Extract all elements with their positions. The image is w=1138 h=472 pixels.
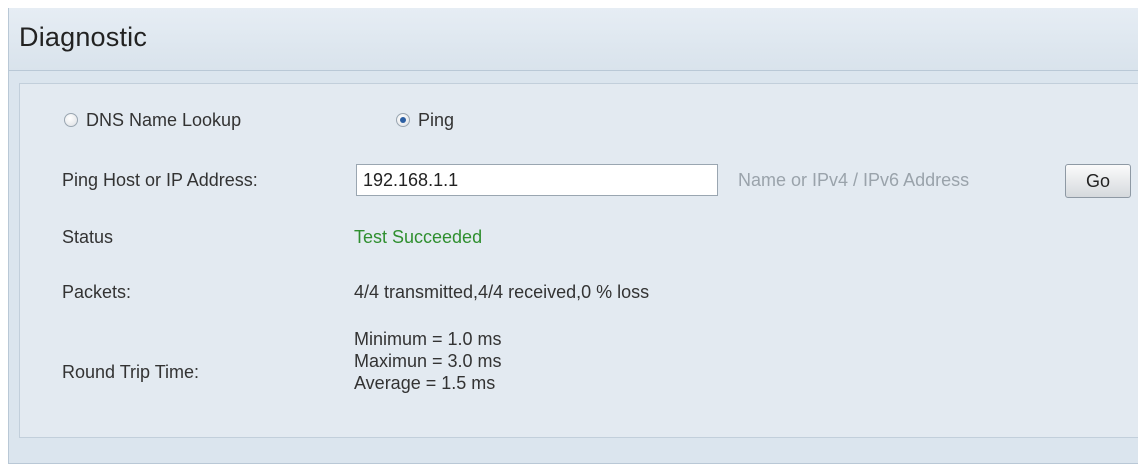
page-title: Diagnostic [19,22,148,52]
dns-lookup-label[interactable]: DNS Name Lookup [86,110,241,131]
packets-value: 4/4 transmitted,4/4 received,0 % loss [354,282,650,302]
diagnostic-frame: Diagnostic DNS Name Lookup Ping Ping Hos… [8,8,1138,464]
ping-label[interactable]: Ping [418,110,454,131]
packets-label: Packets: [62,282,132,302]
ping-host-label: Ping Host or IP Address: [62,170,258,190]
ping-host-hint: Name or IPv4 / IPv6 Address [738,170,970,190]
go-button[interactable]: Go [1065,164,1131,198]
diagnostic-panel: DNS Name Lookup Ping Ping Host or IP Add… [19,83,1138,438]
status-label: Status [62,227,114,247]
rtt-maximum: Maximun = 3.0 ms [354,351,502,371]
status-value: Test Succeeded [354,227,483,247]
rtt-average: Average = 1.5 ms [354,373,496,393]
title-bar: Diagnostic [9,8,1138,71]
round-trip-label: Round Trip Time: [62,362,200,382]
ping-host-input[interactable] [356,164,718,196]
rtt-minimum: Minimum = 1.0 ms [354,329,502,349]
ping-radio[interactable] [396,113,410,127]
round-trip-values: Minimum = 1.0 ms Maximun = 3.0 ms Averag… [354,328,502,394]
dns-lookup-radio[interactable] [64,113,78,127]
